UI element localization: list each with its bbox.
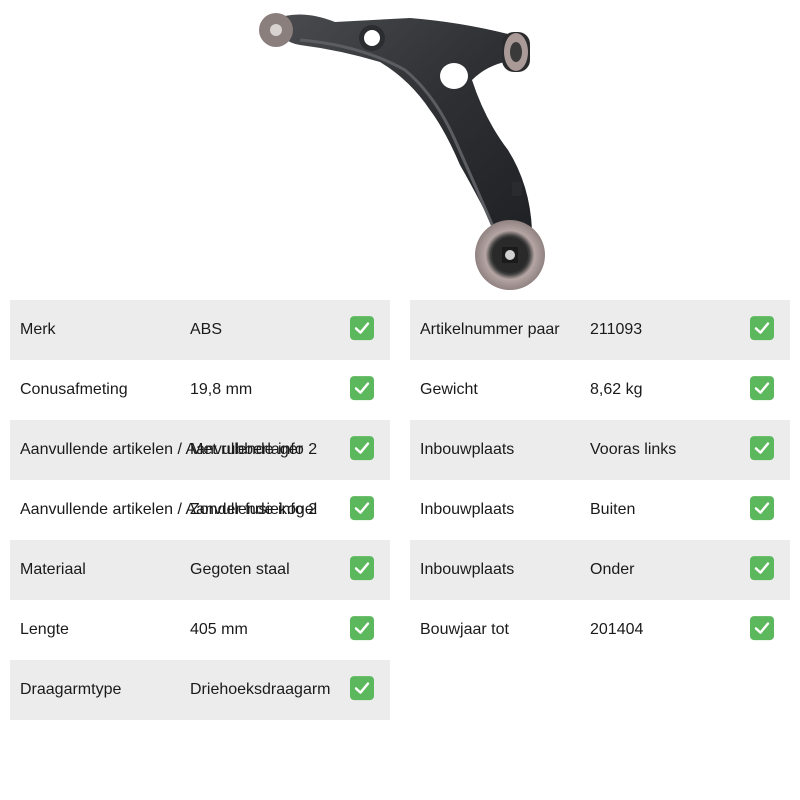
spec-label: Bouwjaar tot xyxy=(420,621,509,638)
spec-row: Bouwjaar tot 201404 xyxy=(410,600,790,660)
spec-row: Aanvullende artikelen / Aanvullende info… xyxy=(10,420,390,480)
spec-row: Merk ABS xyxy=(10,300,390,360)
spec-label: Draagarmtype xyxy=(20,681,122,698)
spec-table-left: Merk ABS Conusafmeting 19,8 mm Aanvullende a… xyxy=(10,300,390,720)
spec-value: Zonder fusiekogel xyxy=(190,501,318,518)
check-mark-icon xyxy=(750,556,774,581)
spec-value: 19,8 mm xyxy=(190,381,253,398)
spec-row: Inbouwplaats Buiten xyxy=(410,480,790,540)
spec-row: Artikelnummer paar 211093 xyxy=(410,300,790,360)
spec-label: Inbouwplaats xyxy=(420,501,515,518)
control-arm-image xyxy=(259,13,545,290)
check-mark-icon xyxy=(350,496,374,521)
spec-value: ABS xyxy=(190,321,223,338)
spec-value: 8,62 kg xyxy=(590,381,643,398)
check-mark-icon xyxy=(350,556,374,581)
check-mark-icon xyxy=(350,616,374,641)
spec-row: Inbouwplaats Vooras links xyxy=(410,420,790,480)
spec-value: 201404 xyxy=(590,621,644,638)
spec-label: Artikelnummer paar xyxy=(420,321,560,338)
check-mark-icon xyxy=(750,496,774,521)
check-mark-icon xyxy=(350,316,374,341)
spec-value: Met rubberlager xyxy=(190,441,303,458)
spec-value: 211093 xyxy=(590,321,643,338)
spec-value: Gegoten staal xyxy=(190,561,290,578)
spec-value: Vooras links xyxy=(590,441,677,458)
check-mark-icon xyxy=(750,376,774,401)
check-mark-icon xyxy=(750,436,774,461)
spec-row: Inbouwplaats Onder xyxy=(410,540,790,600)
spec-row: Materiaal Gegoten staal xyxy=(10,540,390,600)
spec-label: Conusafmeting xyxy=(20,381,128,398)
spec-label: Inbouwplaats xyxy=(420,441,515,458)
spec-label: Gewicht xyxy=(420,381,478,398)
spec-label: Inbouwplaats xyxy=(420,561,515,578)
spec-table-right: Artikelnummer paar 211093 Gewicht 8,62 kg In… xyxy=(410,300,790,660)
check-mark-icon xyxy=(350,676,374,701)
spec-label: Lengte xyxy=(20,621,69,638)
spec-label: Materiaal xyxy=(20,561,86,578)
spec-label: Merk xyxy=(20,321,56,338)
spec-value: Buiten xyxy=(590,501,636,518)
spec-row: Draagarmtype Driehoeksdraagarm xyxy=(10,660,390,720)
spec-row: Conusafmeting 19,8 mm xyxy=(10,360,390,420)
spec-row: Aanvullende artikelen / Aanvullende info… xyxy=(10,480,390,540)
check-mark-icon xyxy=(750,316,774,341)
check-mark-icon xyxy=(350,376,374,401)
check-mark-icon xyxy=(350,436,374,461)
check-mark-icon xyxy=(750,616,774,641)
spec-value: Driehoeksdraagarm xyxy=(190,681,331,698)
spec-row: Lengte 405 mm xyxy=(10,600,390,660)
spec-row: Gewicht 8,62 kg xyxy=(410,360,790,420)
spec-value: Onder xyxy=(590,561,635,578)
spec-value: 405 mm xyxy=(190,621,248,638)
